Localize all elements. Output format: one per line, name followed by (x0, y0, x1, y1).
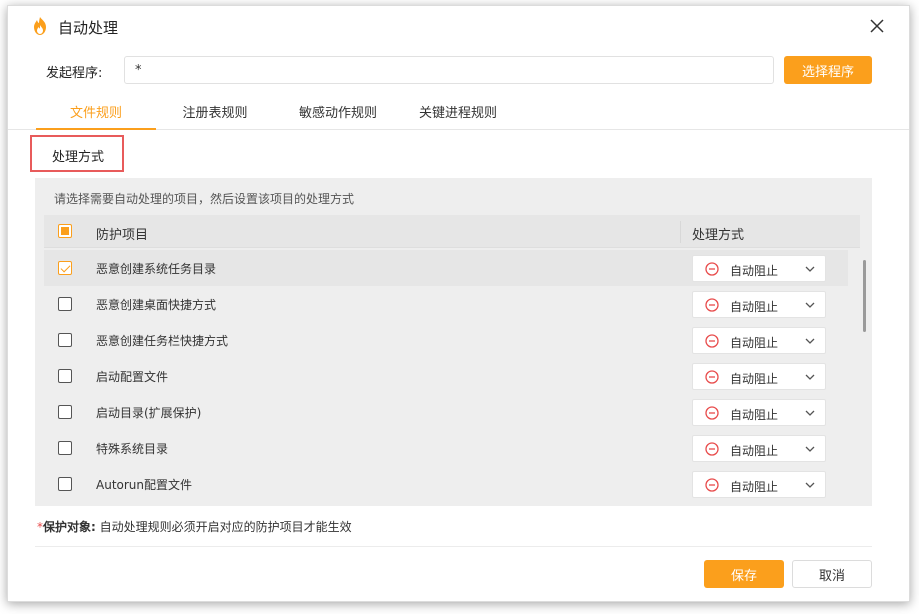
row-checkbox[interactable] (58, 441, 72, 455)
chevron-down-icon (805, 446, 815, 452)
block-icon (705, 370, 719, 384)
block-icon (705, 334, 719, 348)
select-program-button[interactable]: 选择程序 (784, 56, 872, 84)
mode-dropdown[interactable]: 自动阻止 (692, 399, 826, 426)
block-icon (705, 298, 719, 312)
tab-sensitive-action-rules[interactable]: 敏感动作规则 (283, 102, 393, 130)
flame-shield-icon (34, 17, 46, 35)
row-checkbox[interactable] (58, 369, 72, 383)
mode-dropdown[interactable]: 自动阻止 (692, 255, 826, 282)
protect-target-note: *保护对象: 自动处理规则必须开启对应的防护项目才能生效 (37, 518, 352, 535)
mode-value: 自动阻止 (730, 372, 779, 386)
block-icon (705, 478, 719, 492)
cancel-button[interactable]: 取消 (792, 560, 872, 588)
mode-value: 自动阻止 (730, 264, 779, 278)
mode-value: 自动阻止 (730, 336, 779, 350)
mode-value: 自动阻止 (730, 480, 779, 494)
chevron-down-icon (805, 410, 815, 416)
block-icon (705, 406, 719, 420)
scrollbar-thumb[interactable] (863, 260, 866, 332)
footer-divider (35, 546, 872, 547)
protect-target-label: 保护对象: (43, 520, 96, 534)
rules-panel: 请选择需要自动处理的项目，然后设置该项目的处理方式 防护项目 处理方式 恶意创建… (35, 178, 872, 506)
table-row[interactable]: 恶意创建系统任务目录 自动阻止 (44, 250, 848, 286)
table-header: 防护项目 处理方式 (44, 215, 860, 248)
table-row[interactable]: 恶意创建任务栏快捷方式 自动阻止 (44, 322, 848, 358)
close-icon[interactable] (867, 16, 887, 36)
row-checkbox[interactable] (58, 297, 72, 311)
column-header-mode: 处理方式 (692, 228, 745, 243)
mode-dropdown[interactable]: 自动阻止 (692, 327, 826, 354)
dialog-title: 自动处理 (58, 19, 119, 37)
table-row[interactable]: 特殊系统目录 自动阻止 (44, 430, 848, 466)
row-checkbox[interactable] (58, 405, 72, 419)
mode-value: 自动阻止 (730, 300, 779, 314)
row-label: 恶意创建任务栏快捷方式 (96, 334, 229, 348)
tab-key-process-rules[interactable]: 关键进程规则 (403, 102, 513, 130)
select-all-checkbox[interactable] (58, 224, 72, 238)
launch-program-label: 发起程序: (46, 66, 103, 81)
chevron-down-icon (805, 302, 815, 308)
table-row[interactable]: 启动配置文件 自动阻止 (44, 358, 848, 394)
row-label: 特殊系统目录 (96, 442, 169, 456)
save-button[interactable]: 保存 (704, 560, 784, 588)
process-mode-section-title: 处理方式 (30, 135, 124, 172)
rule-tabs: 文件规则 注册表规则 敏感动作规则 关键进程规则 (8, 98, 909, 130)
table-row[interactable]: Autorun配置文件 自动阻止 (44, 466, 848, 502)
block-icon (705, 442, 719, 456)
row-label: Autorun配置文件 (96, 478, 193, 492)
launch-program-input[interactable] (124, 56, 774, 84)
row-label: 恶意创建桌面快捷方式 (96, 298, 217, 312)
mode-dropdown[interactable]: 自动阻止 (692, 435, 826, 462)
row-label: 启动目录(扩展保护) (96, 406, 202, 420)
mode-dropdown[interactable]: 自动阻止 (692, 363, 826, 390)
table-row[interactable]: 恶意创建桌面快捷方式 自动阻止 (44, 286, 848, 322)
launch-program-row: 发起程序: 选择程序 (8, 54, 909, 86)
tab-file-rules[interactable]: 文件规则 (36, 102, 156, 130)
chevron-down-icon (805, 374, 815, 380)
chevron-down-icon (805, 266, 815, 272)
auto-process-dialog: 自动处理 发起程序: 选择程序 文件规则 注册表规则 敏感动作规则 关键进程规则… (7, 5, 910, 602)
table-row[interactable]: 启动目录(扩展保护) 自动阻止 (44, 394, 848, 430)
panel-hint: 请选择需要自动处理的项目，然后设置该项目的处理方式 (54, 192, 355, 206)
tab-registry-rules[interactable]: 注册表规则 (168, 102, 262, 130)
mode-dropdown[interactable]: 自动阻止 (692, 291, 826, 318)
column-header-item: 防护项目 (96, 228, 149, 243)
column-divider (680, 221, 681, 243)
mode-value: 自动阻止 (730, 408, 779, 422)
protect-target-text: 自动处理规则必须开启对应的防护项目才能生效 (99, 520, 352, 534)
process-mode-label: 处理方式 (52, 150, 105, 165)
row-label: 恶意创建系统任务目录 (96, 262, 217, 276)
mode-value: 自动阻止 (730, 444, 779, 458)
row-checkbox[interactable] (58, 261, 72, 275)
block-icon (705, 262, 719, 276)
title-bar: 自动处理 (8, 6, 909, 46)
row-label: 启动配置文件 (96, 370, 169, 384)
chevron-down-icon (805, 338, 815, 344)
row-checkbox[interactable] (58, 333, 72, 347)
mode-dropdown[interactable]: 自动阻止 (692, 471, 826, 498)
row-checkbox[interactable] (58, 477, 72, 491)
chevron-down-icon (805, 482, 815, 488)
